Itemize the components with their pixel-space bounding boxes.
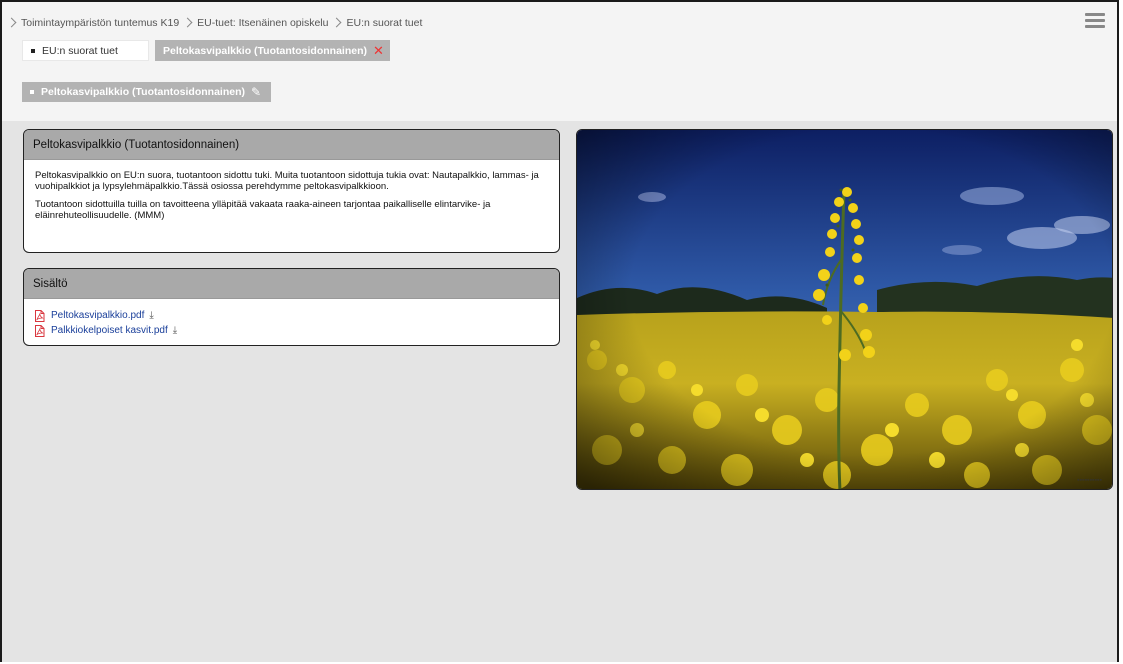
tab-peltokasvipalkkio[interactable]: Peltokasvipalkkio (Tuotantosidonnainen) …: [155, 40, 390, 61]
download-icon[interactable]: ⤓: [173, 325, 177, 336]
breadcrumb-item-toimintaymparisto[interactable]: Toimintaympäristön tuntemus K19: [21, 17, 179, 29]
intro-paragraph-1: Peltokasvipalkkio on EU:n suora, tuotant…: [35, 170, 539, 192]
intro-paragraph-2: Tuotantoon sidottuilla tuilla on tavoitt…: [35, 199, 491, 221]
tab-bar: EU:n suorat tuet Peltokasvipalkkio (Tuot…: [22, 40, 390, 61]
breadcrumb-item-eu-tuet[interactable]: EU-tuet: Itsenäinen opiskelu: [197, 17, 328, 29]
photo-credit: ▪▪▪▪▪▪▪▪▪▪: [1077, 477, 1102, 484]
menu-line: [1085, 19, 1105, 22]
chevron-right-icon: [184, 18, 192, 28]
file-link-peltokasvipalkkio[interactable]: Peltokasvipalkkio.pdf: [51, 310, 144, 321]
intro-card-body: Peltokasvipalkkio on EU:n suora, tuotant…: [24, 160, 559, 236]
breadcrumb-item-eu-suorat-tuet[interactable]: EU:n suorat tuet: [346, 17, 422, 29]
content-card: Sisältö Peltokasvipalkkio.pdf ⤓ Palkkiok…: [23, 268, 560, 346]
subtab-label: Peltokasvipalkkio (Tuotantosidonnainen): [41, 86, 245, 98]
hamburger-menu-icon[interactable]: [1085, 13, 1105, 29]
close-icon[interactable]: ✕: [373, 43, 384, 59]
download-icon[interactable]: ⤓: [149, 310, 153, 321]
intro-card: Peltokasvipalkkio (Tuotantosidonnainen) …: [23, 129, 560, 253]
subtab-peltokasvipalkkio[interactable]: Peltokasvipalkkio (Tuotantosidonnainen) …: [22, 82, 272, 102]
intro-card-title: Peltokasvipalkkio (Tuotantosidonnainen): [24, 130, 559, 160]
bullet-icon: [31, 48, 35, 53]
list-item: Peltokasvipalkkio.pdf ⤓: [34, 308, 549, 323]
chevron-right-icon: [333, 18, 341, 28]
content-card-title: Sisältö: [24, 269, 559, 299]
chevron-right-icon: [8, 18, 16, 28]
tab-label: Peltokasvipalkkio (Tuotantosidonnainen): [163, 44, 367, 57]
rapeseed-field-photo: ▪▪▪▪▪▪▪▪▪▪: [576, 129, 1113, 490]
tab-label: EU:n suorat tuet: [42, 44, 118, 57]
breadcrumb: Toimintaympäristön tuntemus K19 EU-tuet:…: [8, 17, 422, 29]
tab-eu-suorat-tuet[interactable]: EU:n suorat tuet: [22, 40, 149, 61]
menu-line: [1085, 13, 1105, 16]
pdf-file-icon: [35, 309, 45, 322]
app-frame: Toimintaympäristön tuntemus K19 EU-tuet:…: [0, 0, 1119, 662]
file-link-palkkiokelpoiset-kasvit[interactable]: Palkkiokelpoiset kasvit.pdf: [51, 325, 168, 336]
pencil-icon[interactable]: ✎: [251, 85, 261, 99]
list-item: Palkkiokelpoiset kasvit.pdf ⤓: [34, 323, 549, 338]
file-list: Peltokasvipalkkio.pdf ⤓ Palkkiokelpoiset…: [24, 299, 559, 345]
bullet-icon: [30, 90, 34, 94]
top-bar: Toimintaympäristön tuntemus K19 EU-tuet:…: [2, 2, 1117, 121]
rapeseed-field-illustration: [577, 130, 1112, 489]
pdf-file-icon: [35, 324, 45, 337]
menu-line: [1085, 25, 1105, 28]
